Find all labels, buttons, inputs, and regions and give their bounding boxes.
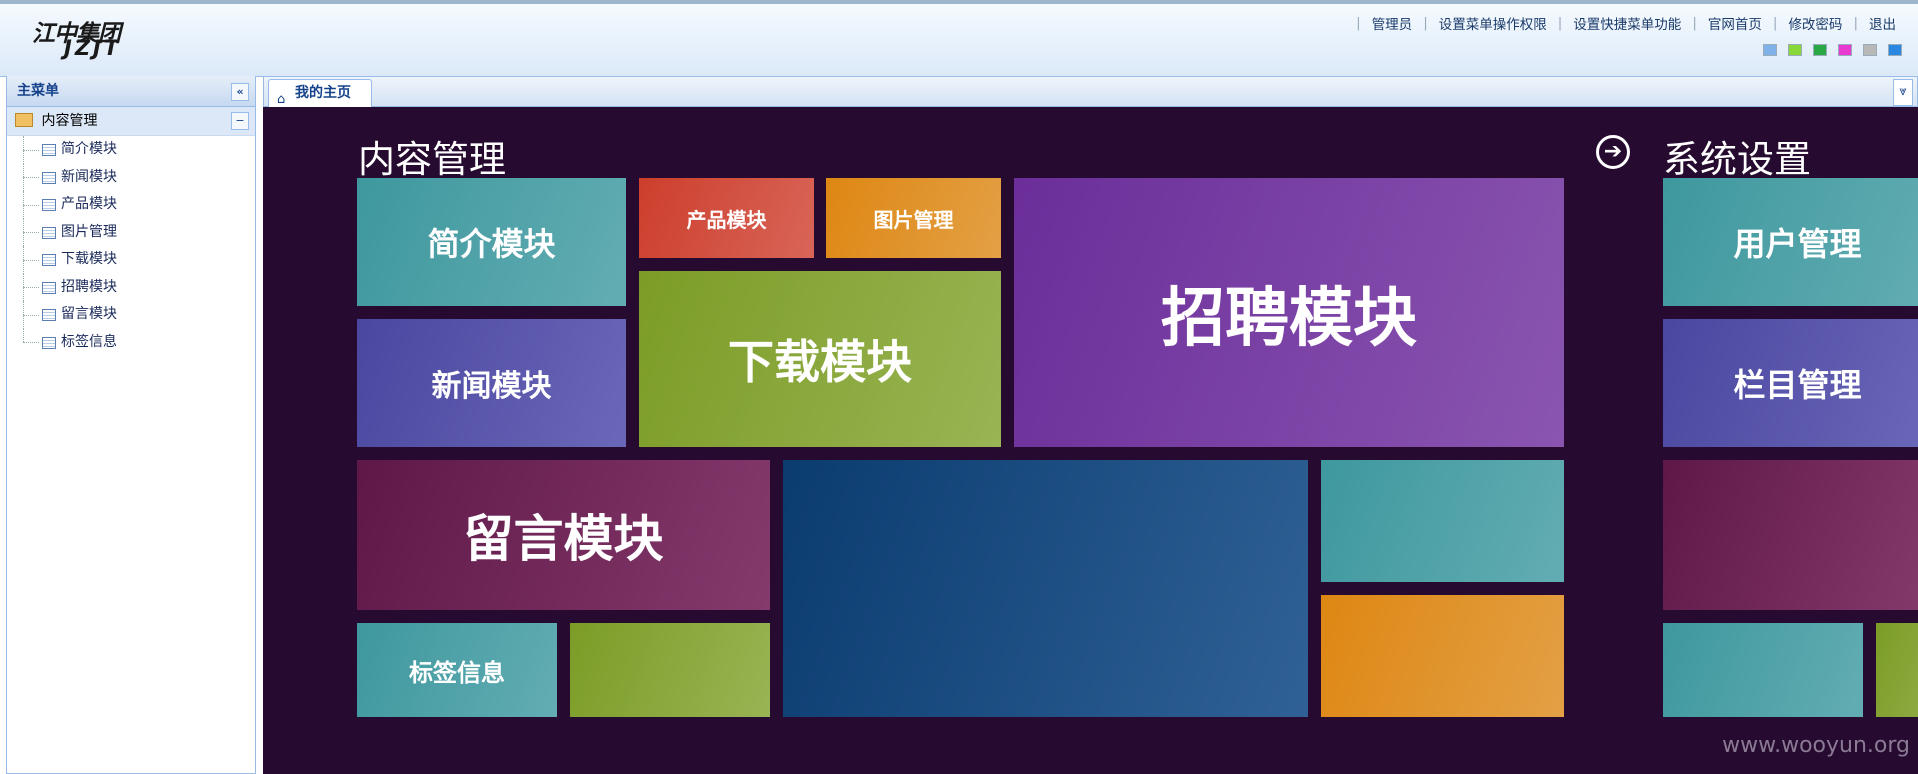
- collapse-toggle-icon[interactable]: −: [231, 112, 249, 130]
- tile-blank-teal-system[interactable]: [1663, 623, 1863, 717]
- top-header: 江中集团 JZJT | 管理员 | 设置菜单操作权限 | 设置快捷菜单功能 | …: [0, 0, 1918, 77]
- tree-item-message[interactable]: 留言模块: [7, 301, 255, 329]
- main-menu-header: 主菜单 «: [7, 76, 255, 107]
- tile-label: 招聘模块: [1161, 281, 1417, 356]
- tile-blank-teal[interactable]: [1321, 460, 1564, 582]
- page-icon: [42, 309, 56, 321]
- tile-picture[interactable]: 图片管理: [826, 178, 1001, 258]
- theme-swatch-pink[interactable]: [1838, 44, 1852, 56]
- tree-item-news[interactable]: 新闻模块: [7, 163, 255, 192]
- tree-root-label: 内容管理: [41, 113, 98, 129]
- tree-item-intro[interactable]: 简介模块: [7, 136, 255, 164]
- page-icon: [42, 171, 56, 184]
- tile-label: 产品模块: [686, 207, 767, 232]
- company-logo: 江中集团 JZJT: [32, 14, 152, 60]
- theme-swatch-blue[interactable]: [1763, 44, 1777, 56]
- section-title-content: 内容管理: [358, 138, 506, 181]
- tile-blank-blue[interactable]: [783, 460, 1308, 717]
- tree-item-label: 标签信息: [61, 333, 117, 350]
- tile-label: 简介模块: [427, 225, 556, 263]
- shortcut-menu-link[interactable]: 设置快捷菜单功能: [1562, 13, 1692, 33]
- theme-swatch-darkblue[interactable]: [1888, 44, 1902, 56]
- page-icon: [42, 144, 56, 156]
- tile-label: 标签信息: [409, 658, 505, 687]
- tile-label: 下载模块: [728, 335, 912, 389]
- tree-root-content-management[interactable]: 内容管理 −: [7, 107, 255, 136]
- tile-user-management[interactable]: 用户管理: [1663, 178, 1918, 306]
- tile-column-management[interactable]: 栏目管理: [1663, 319, 1918, 447]
- theme-swatch-green[interactable]: [1813, 44, 1827, 56]
- tree-item-label: 下载模块: [61, 251, 117, 267]
- tile-blank-orange[interactable]: [1321, 595, 1564, 717]
- tab-bar: ⌂ 我的主页 ⩔: [263, 76, 1918, 107]
- tile-intro[interactable]: 简介模块: [357, 178, 626, 306]
- page-icon: [42, 226, 56, 239]
- theme-swatches: [1763, 44, 1902, 56]
- double-chevron-down-icon[interactable]: ⩔: [1893, 79, 1913, 106]
- tree-item-label: 招聘模块: [61, 278, 117, 295]
- menu-permission-link[interactable]: 设置菜单操作权限: [1428, 13, 1558, 33]
- tree-item-picture[interactable]: 图片管理: [7, 218, 255, 247]
- tile-product[interactable]: 产品模块: [639, 178, 814, 258]
- watermark: www.wooyun.org: [1722, 733, 1910, 758]
- tree-item-recruit[interactable]: 招聘模块: [7, 273, 255, 302]
- main-menu-panel: 主菜单 « 内容管理 − 简介模块 新闻模块 产品模块 图片管理 下载模块 招聘…: [6, 76, 256, 774]
- arrow-right-circle-icon[interactable]: ➔: [1596, 135, 1630, 169]
- tile-label: 用户管理: [1733, 225, 1862, 263]
- tile-blank-plum-system[interactable]: [1663, 460, 1918, 610]
- main-menu-title: 主菜单: [17, 83, 59, 99]
- tree-item-download[interactable]: 下载模块: [7, 246, 255, 274]
- page-icon: [42, 254, 56, 266]
- tree-item-label: 留言模块: [61, 306, 117, 322]
- tile-download[interactable]: 下载模块: [639, 271, 1001, 447]
- logo-text-en: JZJT: [64, 36, 122, 60]
- tile-recruit[interactable]: 招聘模块: [1014, 178, 1564, 447]
- tile-tags[interactable]: 标签信息: [357, 623, 557, 717]
- tree-item-label: 新闻模块: [61, 168, 117, 185]
- double-chevron-left-icon[interactable]: «: [231, 83, 249, 101]
- page-icon: [42, 199, 56, 211]
- page-icon: [42, 281, 56, 294]
- tile-blank-olive-system[interactable]: [1876, 623, 1918, 717]
- metro-dashboard: 内容管理 ➔ 系统设置 简介模块 产品模块 图片管理 招聘模块 新闻模块 下载模…: [263, 107, 1918, 774]
- official-site-link[interactable]: 官网首页: [1697, 13, 1773, 33]
- theme-swatch-gray[interactable]: [1863, 44, 1877, 56]
- tile-blank-olive[interactable]: [570, 623, 770, 717]
- theme-swatch-lightgreen[interactable]: [1788, 44, 1802, 56]
- section-title-system: 系统设置: [1663, 138, 1811, 181]
- page-icon: [42, 336, 56, 349]
- change-password-link[interactable]: 修改密码: [1777, 13, 1853, 33]
- tile-label: 留言模块: [463, 510, 664, 568]
- admin-link[interactable]: 管理员: [1361, 13, 1424, 33]
- tile-label: 图片管理: [873, 207, 954, 232]
- tile-label: 新闻模块: [431, 369, 552, 404]
- tile-label: 栏目管理: [1733, 366, 1862, 404]
- tab-home-label: 我的主页: [295, 85, 351, 101]
- tree-item-label: 图片管理: [61, 223, 117, 240]
- tile-news[interactable]: 新闻模块: [357, 319, 626, 447]
- tab-home[interactable]: ⌂ 我的主页: [268, 79, 372, 107]
- tree-item-label: 简介模块: [61, 141, 117, 157]
- logout-link[interactable]: 退出: [1858, 13, 1896, 33]
- folder-icon: [15, 113, 33, 127]
- tree-item-label: 产品模块: [61, 196, 117, 212]
- menu-tree: 内容管理 − 简介模块 新闻模块 产品模块 图片管理 下载模块 招聘模块 留言模…: [7, 107, 255, 356]
- tile-message[interactable]: 留言模块: [357, 460, 770, 610]
- tree-item-product[interactable]: 产品模块: [7, 191, 255, 219]
- tree-item-tags[interactable]: 标签信息: [7, 328, 255, 357]
- top-links: | 管理员 | 设置菜单操作权限 | 设置快捷菜单功能 | 官网首页 | 修改密…: [1356, 13, 1896, 33]
